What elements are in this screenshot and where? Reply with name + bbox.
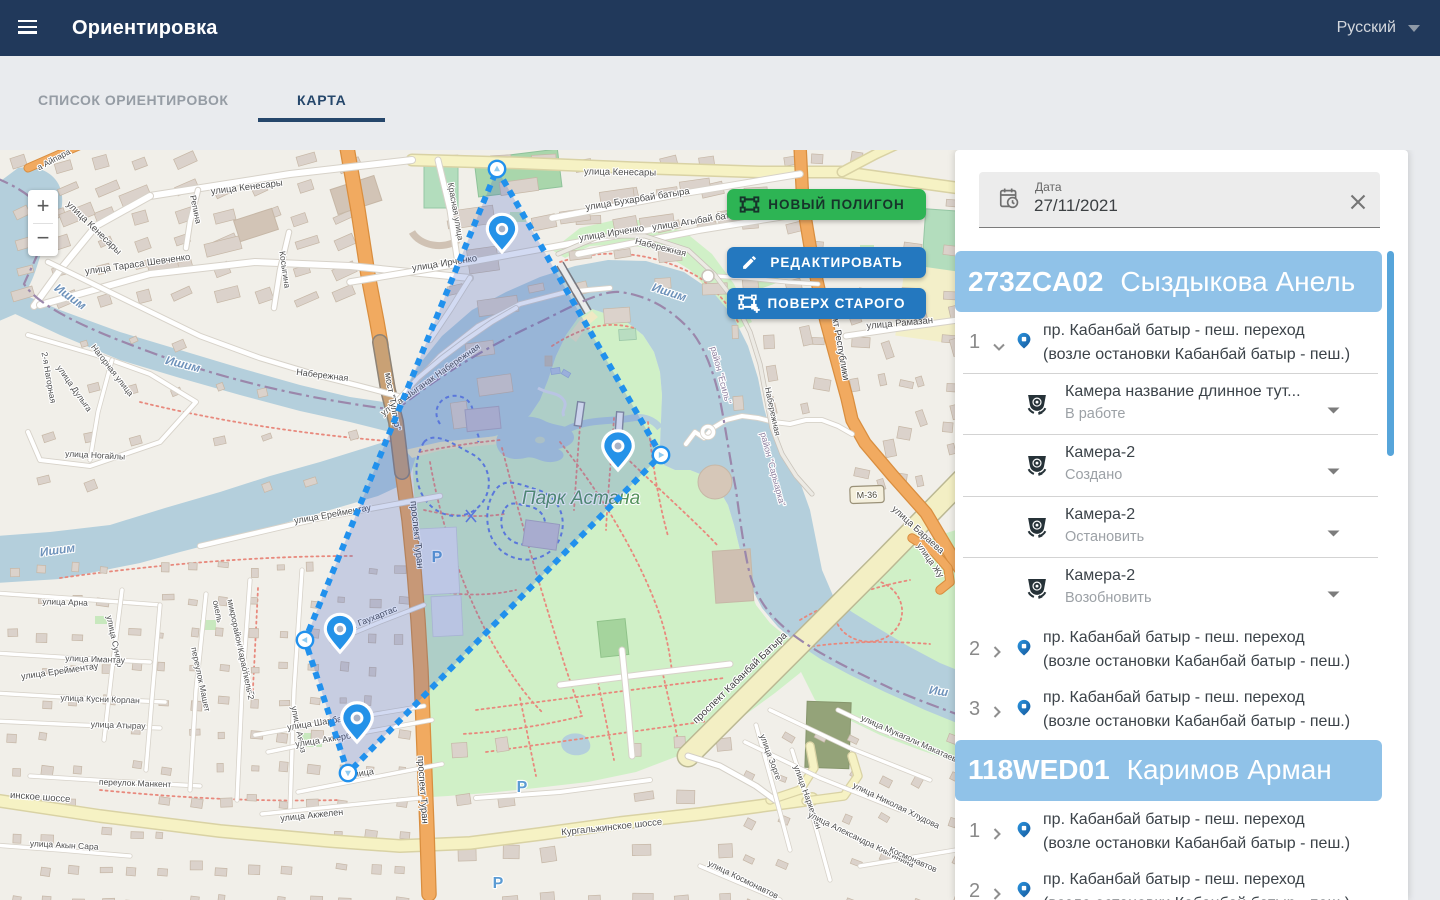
svg-text:Иш: Иш [928,683,949,700]
svg-text:P: P [493,875,504,892]
svg-text:улица Арна: улица Арна [42,596,88,608]
svg-text:P: P [517,779,528,796]
svg-text:М-36: М-36 [856,490,877,501]
svg-text:улица Атырау: улица Атырау [91,719,147,731]
svg-text:улица Кенесары: улица Кенесары [584,166,657,178]
